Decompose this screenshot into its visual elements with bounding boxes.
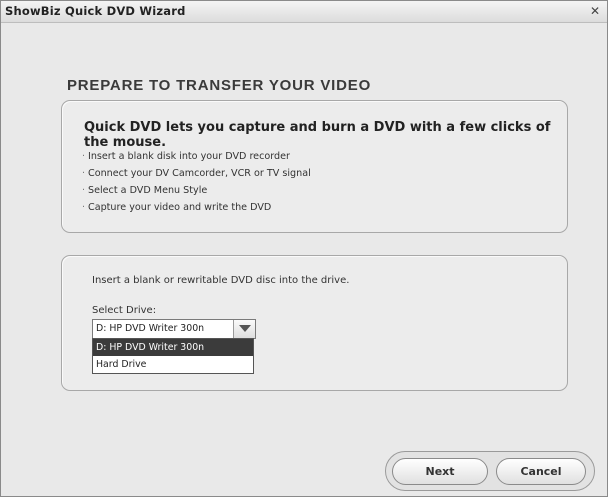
close-icon[interactable]: ✕ <box>587 3 603 19</box>
drive-select[interactable]: D: HP DVD Writer 300n <box>92 319 256 339</box>
steps-list: · Insert a blank disk into your DVD recor… <box>82 148 311 216</box>
list-item: · Select a DVD Menu Style <box>82 182 311 199</box>
list-item: · Insert a blank disk into your DVD recor… <box>82 148 311 165</box>
page-heading: PREPARE TO TRANSFER YOUR VIDEO <box>67 77 372 94</box>
drive-option-hard-drive[interactable]: Hard Drive <box>93 356 253 373</box>
chevron-down-icon <box>239 325 251 332</box>
drive-option-dvd-writer[interactable]: D: HP DVD Writer 300n <box>93 339 253 356</box>
drive-panel: Insert a blank or rewritable DVD disc in… <box>61 255 568 391</box>
intro-panel: Quick DVD lets you capture and burn a DV… <box>61 100 568 233</box>
drive-dropdown-list: D: HP DVD Writer 300n Hard Drive <box>92 338 254 374</box>
list-item: · Connect your DV Camcorder, VCR or TV si… <box>82 165 311 182</box>
selected-drive-value: D: HP DVD Writer 300n <box>96 323 205 334</box>
intro-text: Quick DVD lets you capture and burn a DV… <box>84 120 551 150</box>
list-item: · Capture your video and write the DVD <box>82 199 311 216</box>
drive-instruction: Insert a blank or rewritable DVD disc in… <box>92 275 350 286</box>
title-bar[interactable]: ShowBiz Quick DVD Wizard ✕ <box>1 1 607 23</box>
cancel-button[interactable]: Cancel <box>496 458 586 485</box>
select-drive-label: Select Drive: <box>92 305 157 316</box>
wizard-window: ShowBiz Quick DVD Wizard ✕ PREPARE TO TR… <box>0 0 608 497</box>
next-button[interactable]: Next <box>392 458 488 485</box>
window-title: ShowBiz Quick DVD Wizard <box>5 4 186 18</box>
navigation-buttons: Next Cancel <box>385 451 595 491</box>
dropdown-button[interactable] <box>233 320 255 338</box>
